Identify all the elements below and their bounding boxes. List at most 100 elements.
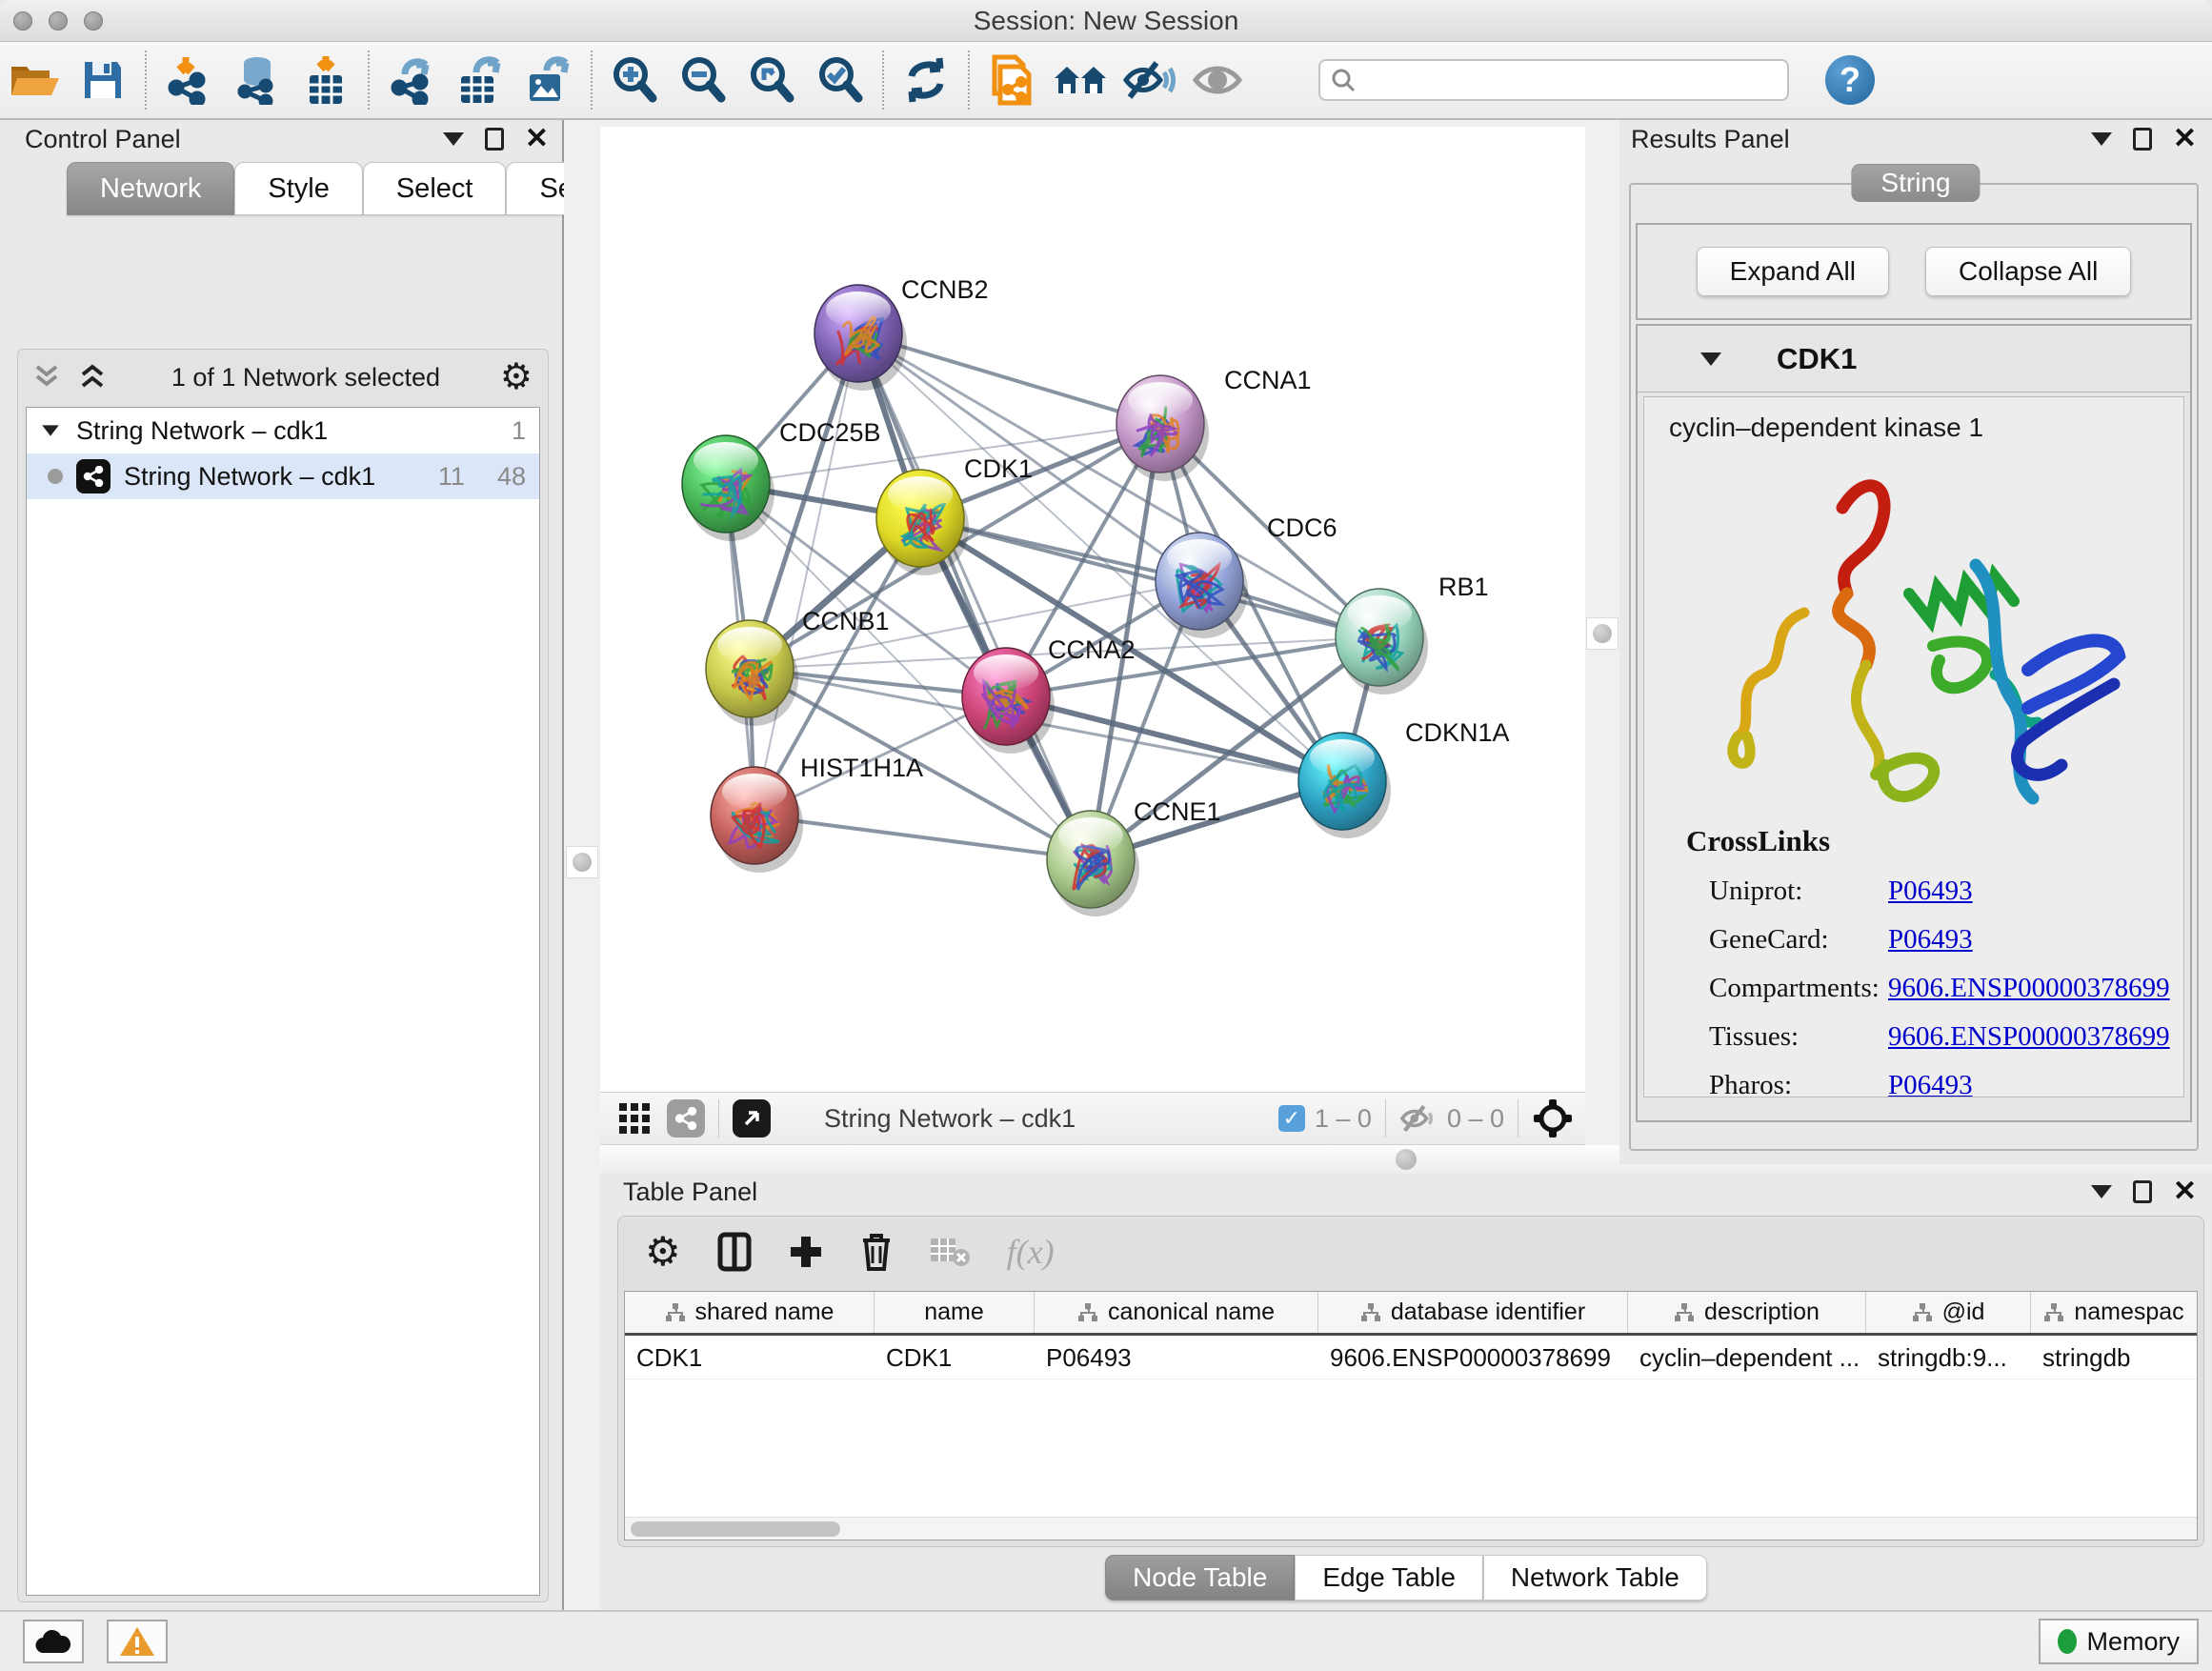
- open-session-icon: [10, 59, 59, 101]
- node-label-CDC6: CDC6: [1267, 513, 1337, 542]
- add-column-icon[interactable]: [788, 1234, 824, 1270]
- panel-float-icon[interactable]: [485, 128, 504, 151]
- table-toolbar: ⚙ f(x): [618, 1217, 2203, 1287]
- scrollbar-thumb[interactable]: [631, 1521, 840, 1537]
- network-view-icon[interactable]: [667, 1099, 705, 1137]
- tree-expander-icon[interactable]: [42, 425, 59, 435]
- panel-close-icon[interactable]: ✕: [2173, 1178, 2197, 1206]
- protein-node-CDKN1A[interactable]: CDKN1A: [1298, 718, 1510, 838]
- birds-eye-toggle-icon[interactable]: [1532, 1097, 1574, 1139]
- hide-analysis-button[interactable]: [1115, 50, 1183, 111]
- crosslink-link[interactable]: P06493: [1888, 876, 1973, 907]
- table-h-scrollbar[interactable]: [625, 1517, 2197, 1540]
- panel-float-icon[interactable]: [2133, 128, 2152, 151]
- protein-node-CCNE1[interactable]: CCNE1: [1047, 797, 1221, 916]
- refresh-button[interactable]: [892, 50, 960, 111]
- right-splitter[interactable]: [1585, 120, 1619, 1164]
- collapse-all-button[interactable]: Collapse All: [1925, 247, 2131, 296]
- import-network-file-button[interactable]: [154, 50, 223, 111]
- crosslink-link[interactable]: 9606.ENSP00000378699: [1888, 973, 2170, 1004]
- import-table-icon: [302, 54, 350, 106]
- search-input[interactable]: [1357, 61, 1787, 99]
- expand-all-button[interactable]: Expand All: [1697, 247, 1889, 296]
- node-label-CCNE1: CCNE1: [1134, 797, 1221, 826]
- export-network-button[interactable]: [377, 50, 446, 111]
- expand-all-icon[interactable]: [79, 363, 111, 392]
- string-home-button[interactable]: [1046, 50, 1115, 111]
- current-network-dot-icon: [48, 469, 63, 484]
- export-image-button[interactable]: [514, 50, 583, 111]
- protein-node-CDC25B[interactable]: CDC25B: [682, 418, 881, 541]
- string-network-graph[interactable]: CCNB2CCNA1CDC25BCDK1CDC6RB1CCNB1CCNA2CDK…: [600, 127, 1585, 1092]
- memory-status-icon: [2058, 1629, 2077, 1654]
- node-count: 11: [438, 462, 465, 492]
- crosslink-link[interactable]: P06493: [1888, 1070, 1973, 1097]
- selected-checkbox-icon[interactable]: ✓: [1278, 1105, 1305, 1132]
- show-columns-icon[interactable]: [717, 1232, 752, 1272]
- crosslink-link[interactable]: P06493: [1888, 924, 1973, 956]
- tab-node-table[interactable]: Node Table: [1105, 1555, 1295, 1601]
- node-table[interactable]: shared name name canonical name database…: [624, 1291, 2198, 1540]
- panel-float-icon[interactable]: [2133, 1180, 2152, 1203]
- delete-column-icon[interactable]: [860, 1232, 893, 1272]
- save-session-icon: [81, 58, 125, 102]
- grid-view-icon[interactable]: [617, 1101, 652, 1136]
- splitter-handle[interactable]: [1593, 624, 1612, 643]
- column-type-icon: [2043, 1302, 2064, 1323]
- crosslinks-heading: CrossLinks: [1644, 824, 2183, 858]
- help-button[interactable]: ?: [1825, 55, 1875, 105]
- crosslink-label: Compartments:: [1709, 973, 1888, 1004]
- tab-select[interactable]: Select: [363, 162, 507, 215]
- table-row[interactable]: CDK1 CDK1 P06493 9606.ENSP00000378699 cy…: [625, 1336, 2197, 1379]
- detach-view-icon[interactable]: [733, 1099, 771, 1137]
- network-canvas[interactable]: CCNB2CCNA1CDC25BCDK1CDC6RB1CCNB1CCNA2CDK…: [600, 127, 1585, 1092]
- import-network-database-button[interactable]: [223, 50, 292, 111]
- protein-node-CCNA1[interactable]: CCNA1: [1116, 366, 1312, 481]
- zoom-selected-button[interactable]: [806, 50, 875, 111]
- network-row-selected[interactable]: String Network – cdk1 11 48: [27, 453, 539, 499]
- import-table-button[interactable]: [292, 50, 360, 111]
- panel-close-icon[interactable]: ✕: [2173, 125, 2197, 153]
- left-splitter[interactable]: [564, 120, 600, 1610]
- crosslink-link[interactable]: 9606.ENSP00000378699: [1888, 1021, 2170, 1053]
- open-session-button[interactable]: [0, 50, 69, 111]
- tab-network-table[interactable]: Network Table: [1483, 1555, 1707, 1601]
- splitter-handle[interactable]: [573, 853, 592, 872]
- network-options-gear-icon[interactable]: ⚙: [500, 359, 533, 395]
- tab-network[interactable]: Network: [67, 162, 234, 215]
- gene-section-header[interactable]: CDK1: [1638, 326, 2190, 393]
- panel-menu-icon[interactable]: [2091, 1185, 2112, 1198]
- search-box[interactable]: [1318, 59, 1789, 101]
- panel-menu-icon[interactable]: [443, 132, 464, 146]
- warning-icon: [118, 1625, 156, 1658]
- zoom-out-button[interactable]: [669, 50, 737, 111]
- export-table-button[interactable]: [446, 50, 514, 111]
- network-collection-row[interactable]: String Network – cdk1 1: [27, 408, 539, 453]
- warnings-button[interactable]: [107, 1620, 168, 1663]
- zoom-fit-button[interactable]: [737, 50, 806, 111]
- zoom-in-button[interactable]: [600, 50, 669, 111]
- collapse-all-icon[interactable]: [33, 363, 66, 392]
- save-session-button[interactable]: [69, 50, 137, 111]
- panel-close-icon[interactable]: ✕: [525, 125, 549, 153]
- show-analysis-button[interactable]: [1183, 50, 1252, 111]
- table-options-gear-icon[interactable]: ⚙: [645, 1232, 681, 1272]
- tab-string[interactable]: String: [1851, 164, 1980, 202]
- zoom-in-icon: [610, 55, 659, 105]
- string-import-button[interactable]: [977, 50, 1046, 111]
- memory-button[interactable]: Memory: [2039, 1619, 2199, 1664]
- crosslink-label: Pharos:: [1709, 1070, 1888, 1097]
- table-header-row[interactable]: shared name name canonical name database…: [625, 1292, 2197, 1336]
- protein-node-HIST1H1A[interactable]: HIST1H1A: [711, 754, 923, 873]
- protein-node-RB1[interactable]: RB1: [1336, 573, 1489, 695]
- section-expander-icon[interactable]: [1700, 352, 1721, 366]
- node-label-HIST1H1A: HIST1H1A: [800, 754, 923, 782]
- tab-edge-table[interactable]: Edge Table: [1295, 1555, 1483, 1601]
- string-home-icon: [1053, 59, 1108, 101]
- cloud-status-button[interactable]: [23, 1620, 84, 1663]
- cloud-icon: [34, 1628, 72, 1655]
- zoom-fit-icon: [747, 55, 796, 105]
- splitter-handle[interactable]: [1396, 1149, 1417, 1170]
- panel-menu-icon[interactable]: [2091, 132, 2112, 146]
- tab-style[interactable]: Style: [234, 162, 362, 215]
